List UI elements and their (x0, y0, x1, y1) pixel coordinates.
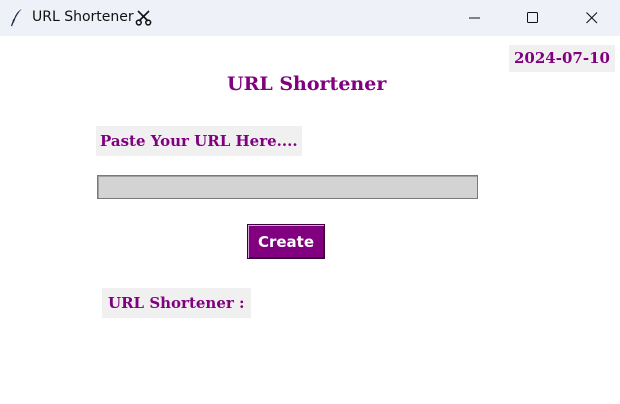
date-label: 2024-07-10 (509, 45, 615, 72)
url-input[interactable] (97, 175, 478, 199)
create-button[interactable]: Create (247, 224, 325, 259)
result-label: URL Shortener : (102, 288, 251, 318)
page-title: URL Shortener (227, 73, 387, 95)
window-title: URL Shortener (32, 9, 134, 25)
window-titlebar[interactable]: URL Shortener (0, 0, 620, 36)
close-icon (586, 12, 598, 24)
close-button[interactable] (569, 0, 615, 36)
minimize-icon (469, 17, 480, 19)
maximize-button[interactable] (510, 0, 556, 36)
minimize-button[interactable] (452, 0, 498, 36)
scissors-icon (135, 10, 152, 26)
feather-icon (10, 7, 23, 27)
maximize-icon (527, 12, 538, 23)
paste-url-label: Paste Your URL Here.... (96, 126, 302, 156)
